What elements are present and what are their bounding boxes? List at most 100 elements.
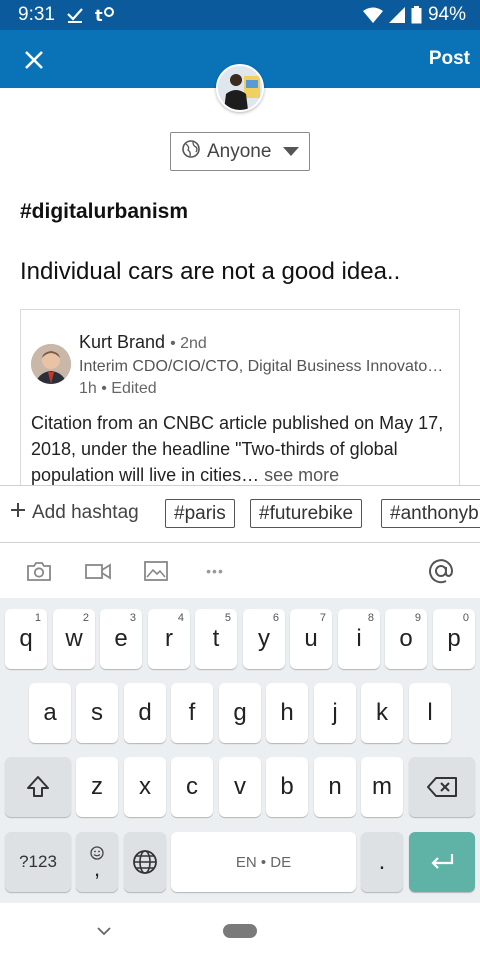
key-w[interactable]: 2w	[53, 609, 95, 669]
key-p[interactable]: 0p	[433, 609, 475, 669]
close-icon	[25, 51, 43, 69]
visibility-label: Anyone	[207, 140, 272, 162]
hashtag-chip[interactable]: #paris	[165, 499, 235, 528]
backspace-key[interactable]	[409, 757, 475, 817]
mention-icon[interactable]	[427, 558, 455, 584]
keyboard: 1q 2w 3e 4r 5t 6y 7u 8i 9o 0p a s d f g …	[0, 598, 480, 903]
backspace-icon	[427, 777, 457, 797]
key-label: y	[258, 625, 270, 652]
key-n[interactable]: n	[314, 757, 356, 817]
shift-icon	[27, 776, 49, 797]
key-d[interactable]: d	[124, 683, 166, 743]
hashtag-chip[interactable]: #anthonyb	[381, 499, 480, 528]
key-k[interactable]: k	[361, 683, 403, 743]
author-avatar	[31, 344, 71, 384]
author-headline: Interim CDO/CIO/CTO, Digital Business In…	[79, 358, 444, 375]
enter-icon	[431, 854, 454, 869]
hashtag-chip[interactable]: #futurebike	[250, 499, 363, 528]
shared-post-body: Citation from an CNBC article published …	[31, 410, 455, 485]
space-label: EN • DE	[235, 853, 292, 871]
signal-icon	[388, 7, 405, 23]
battery-icon	[411, 6, 422, 24]
see-more-link[interactable]: see more	[264, 465, 339, 485]
svg-text:t: t	[95, 6, 103, 24]
back-chevron-icon[interactable]	[94, 921, 114, 941]
key-label: p	[447, 625, 461, 652]
hashtag-bar: Add hashtag #paris #futurebike #anthonyb	[0, 485, 480, 543]
visibility-dropdown[interactable]: Anyone	[170, 132, 310, 171]
status-bar: 9:31 t 94%	[0, 0, 480, 30]
key-h[interactable]: h	[266, 683, 308, 743]
period-key[interactable]: .	[361, 832, 403, 892]
author-name-text: Kurt Brand	[79, 332, 166, 352]
key-hint: 7	[319, 612, 326, 624]
key-m[interactable]: m	[361, 757, 403, 817]
key-u[interactable]: 7u	[290, 609, 332, 669]
key-label: u	[304, 625, 318, 652]
globe-icon	[133, 850, 157, 874]
key-label: e	[114, 625, 128, 652]
add-hashtag-label: Add hashtag	[32, 502, 139, 523]
key-x[interactable]: x	[124, 757, 166, 817]
key-g[interactable]: g	[219, 683, 261, 743]
status-time: 9:31	[18, 4, 55, 25]
key-j[interactable]: j	[314, 683, 356, 743]
connection-degree: • 2nd	[170, 335, 207, 352]
key-e[interactable]: 3e	[100, 609, 142, 669]
post-meta: 1h • Edited	[79, 380, 157, 397]
key-hint: 3	[129, 612, 136, 624]
avatar	[216, 64, 264, 112]
home-pill[interactable]	[223, 924, 257, 938]
key-i[interactable]: 8i	[338, 609, 380, 669]
key-s[interactable]: s	[76, 683, 118, 743]
emoji-comma-key[interactable]: ,	[76, 832, 118, 892]
key-l[interactable]: l	[409, 683, 451, 743]
enter-key[interactable]	[409, 832, 475, 892]
key-f[interactable]: f	[171, 683, 213, 743]
image-icon[interactable]	[142, 558, 170, 584]
key-hint: 0	[462, 612, 469, 624]
key-z[interactable]: z	[76, 757, 118, 817]
author-name[interactable]: Kurt Brand • 2nd	[79, 332, 207, 353]
key-a[interactable]: a	[29, 683, 71, 743]
key-hint: 6	[272, 612, 279, 624]
key-hint: 5	[224, 612, 231, 624]
video-icon[interactable]	[84, 558, 112, 584]
key-t[interactable]: 5t	[195, 609, 237, 669]
key-b[interactable]: b	[266, 757, 308, 817]
battery-percent: 94%	[427, 4, 466, 25]
shift-key[interactable]	[5, 757, 71, 817]
app-notification-icon: t	[95, 6, 117, 24]
camera-icon[interactable]	[25, 558, 53, 584]
key-hint: 8	[367, 612, 374, 624]
shared-post-card[interactable]: Kurt Brand • 2nd Interim CDO/CIO/CTO, Di…	[20, 309, 460, 485]
add-hashtag-button[interactable]: Add hashtag	[10, 502, 139, 524]
key-y[interactable]: 6y	[243, 609, 285, 669]
key-label: q	[19, 625, 33, 652]
key-hint: 1	[34, 612, 41, 624]
close-button[interactable]	[18, 44, 50, 76]
key-q[interactable]: 1q	[5, 609, 47, 669]
key-hint: 4	[177, 612, 184, 624]
chevron-down-icon	[283, 141, 300, 163]
symbols-key[interactable]: ?123	[5, 832, 71, 892]
plus-icon	[10, 502, 26, 524]
key-o[interactable]: 9o	[385, 609, 427, 669]
key-label: i	[356, 625, 362, 652]
key-hint: 2	[82, 612, 89, 624]
language-key[interactable]	[124, 832, 166, 892]
symbols-label: ?123	[19, 852, 57, 871]
post-text-input[interactable]: Individual cars are not a good idea..	[20, 258, 400, 286]
key-v[interactable]: v	[219, 757, 261, 817]
key-c[interactable]: c	[171, 757, 213, 817]
key-label: r	[165, 625, 173, 652]
key-label: t	[212, 625, 220, 652]
key-r[interactable]: 4r	[148, 609, 190, 669]
post-hashtag[interactable]: #digitalurbanism	[20, 200, 188, 224]
space-key[interactable]: EN • DE	[171, 832, 356, 892]
post-button[interactable]: Post	[429, 46, 470, 72]
key-label: w	[65, 625, 83, 652]
more-options-icon[interactable]: •••	[200, 558, 230, 584]
attachment-toolbar: •••	[0, 544, 480, 598]
comma-label: ,	[93, 856, 101, 881]
